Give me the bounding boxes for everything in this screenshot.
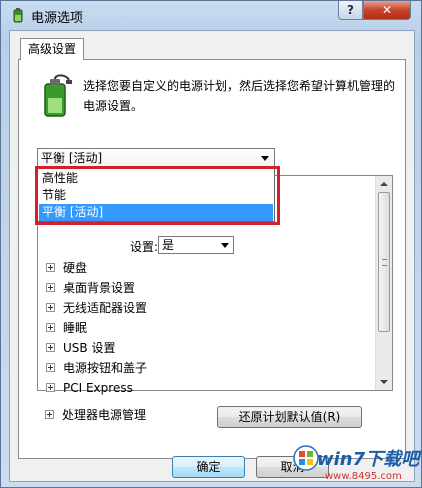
restore-defaults-button[interactable]: 还原计划默认值(R) [217, 406, 362, 428]
tree-item-label: 处理器电源管理 [62, 408, 147, 422]
tree-item-usb-settings[interactable]: USB 设置 [46, 339, 115, 357]
power-plan-select-value: 平衡 [活动] [41, 151, 103, 165]
tree-item-label: 硬盘 [63, 261, 88, 275]
tree-item-label: USB 设置 [63, 341, 116, 355]
tree-item-label: 睡眠 [63, 321, 88, 335]
tree-item-desktop-background[interactable]: 桌面背景设置 [46, 279, 135, 297]
tree-item-sleep[interactable]: 睡眠 [46, 319, 87, 337]
plan-option-high-performance[interactable]: 高性能 [39, 170, 273, 187]
setting-value-select[interactable]: 是 [158, 236, 234, 254]
dialog-client: 高级设置 选择您要自定义的电源计划，然后选择您希望计算机管理的电源设置。 平衡 … [9, 30, 415, 482]
expand-icon[interactable] [46, 323, 55, 332]
chevron-down-icon[interactable] [221, 243, 229, 248]
plan-option-power-saver[interactable]: 节能 [39, 187, 273, 204]
expand-icon[interactable] [46, 383, 55, 392]
window-title: 电源选项 [31, 11, 84, 26]
scroll-down-icon[interactable] [380, 380, 388, 384]
power-battery-icon [13, 8, 23, 23]
expand-icon[interactable] [46, 343, 55, 352]
power-plan-select[interactable]: 平衡 [活动] [37, 148, 275, 168]
tree-item-hard-disk[interactable]: 硬盘 [46, 259, 87, 277]
tree-item-label: PCI Express [63, 381, 133, 395]
tree-item-label: 无线适配器设置 [63, 301, 148, 315]
ok-button[interactable]: 确定 [172, 456, 245, 478]
tree-item-label: 桌面背景设置 [63, 281, 136, 295]
power-plan-dropdown-list[interactable]: 高性能 节能 平衡 [活动] [37, 168, 275, 222]
tree-item-pci-express[interactable]: PCI Express [46, 379, 133, 397]
scrollbar-thumb[interactable] [378, 192, 390, 332]
power-options-window: 电源选项 ? ✕ 高级设置 选择您要自定义的电源计划，然后选择您希望计算机管理的… [0, 0, 422, 488]
help-button[interactable]: ? [338, 1, 363, 20]
grip-icon [382, 259, 387, 266]
setting-label: 设置: [130, 240, 159, 254]
battery-plug-icon [44, 74, 72, 117]
windows-logo-icon [293, 445, 319, 471]
tree-item-wireless-adapter[interactable]: 无线适配器设置 [46, 299, 147, 317]
close-button[interactable]: ✕ [363, 1, 411, 20]
expand-icon[interactable] [46, 303, 55, 312]
chevron-down-icon[interactable] [261, 156, 269, 161]
watermark-brand: win7下载吧 [317, 449, 420, 470]
tree-item-label: 电源按钮和盖子 [63, 361, 148, 375]
plan-description: 选择您要自定义的电源计划，然后选择您希望计算机管理的电源设置。 [83, 79, 396, 113]
expand-icon[interactable] [46, 283, 55, 292]
title-bar[interactable]: 电源选项 ? ✕ [1, 1, 421, 29]
tree-scrollbar[interactable] [375, 176, 392, 390]
expand-icon[interactable] [46, 263, 55, 272]
tree-item-power-buttons-lid[interactable]: 电源按钮和盖子 [46, 359, 147, 377]
watermark-logo: win7下载吧 www.8495.com [291, 441, 422, 488]
advanced-settings-panel: 选择您要自定义的电源计划，然后选择您希望计算机管理的电源设置。 平衡 [活动] … [18, 59, 406, 459]
plan-option-balanced[interactable]: 平衡 [活动] [39, 204, 273, 221]
setting-value: 是 [162, 238, 175, 252]
watermark-url: www.8495.com [325, 471, 402, 482]
tab-advanced-settings[interactable]: 高级设置 [20, 38, 84, 60]
expand-icon[interactable] [46, 363, 55, 372]
expand-icon[interactable] [45, 410, 54, 419]
scroll-up-icon[interactable] [380, 182, 388, 186]
